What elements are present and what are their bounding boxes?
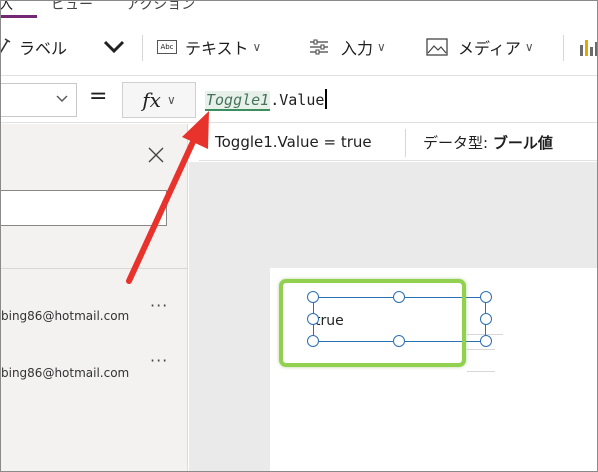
panel-divider — [1, 268, 188, 269]
media-button-label: メディア — [458, 39, 521, 58]
chevron-down-icon: ∨ — [252, 40, 262, 54]
text-button-label: テキスト — [185, 39, 249, 58]
list-item-email: bing86@hotmail.com — [1, 309, 130, 323]
input-button[interactable]: 入力 ∨ — [309, 31, 386, 63]
media-button[interactable]: メディア ∨ — [426, 31, 534, 63]
list-item[interactable]: bing86@hotmail.com ··· — [1, 351, 188, 401]
active-tab-underline — [1, 15, 37, 18]
chevron-down-icon — [55, 90, 69, 112]
label-pencil-icon — [1, 37, 11, 57]
ribbon-divider — [563, 35, 564, 61]
result-divider — [405, 129, 406, 157]
canvas-area: true — [189, 162, 597, 471]
list-item[interactable]: bing86@hotmail.com ··· — [1, 296, 188, 346]
fx-button[interactable]: fx ∨ — [122, 82, 196, 118]
formula-result-strip: Toggle1.Value = true データ型: ブール値 — [199, 123, 597, 161]
formula-token-control: Toggle1 — [205, 91, 271, 111]
formula-text: Toggle1.Value — [205, 89, 328, 111]
text-input-icon: Abc — [157, 40, 177, 54]
list-item-email: bing86@hotmail.com — [1, 366, 130, 380]
chart-button[interactable] — [579, 31, 597, 63]
tab-action[interactable]: アクション — [126, 1, 195, 14]
text-button[interactable]: Abc テキスト ∨ — [157, 31, 261, 63]
ghost-line — [467, 371, 495, 372]
resize-handle-bottom-right[interactable] — [480, 335, 492, 347]
tab-insert[interactable]: 挿入 — [1, 1, 13, 14]
formula-bar: = fx ∨ Toggle1.Value — [1, 75, 597, 123]
top-menu: 挿入 ビュー アクション — [1, 1, 597, 19]
chevron-down-icon: ∨ — [524, 40, 534, 54]
input-button-label: 入力 — [341, 39, 374, 58]
result-expression: Toggle1.Value = true — [215, 133, 372, 151]
left-panel: bing86@hotmail.com ··· bing86@hotmail.co… — [1, 124, 188, 471]
label-button-label: ラベル — [19, 39, 68, 58]
property-dropdown[interactable] — [1, 83, 77, 117]
resize-handle-top-right[interactable] — [480, 291, 492, 303]
ribbon-divider — [142, 35, 143, 61]
ribbon-collapse-chevron[interactable] — [103, 31, 125, 63]
app-window: 挿入 ビュー アクション ラベル Abc テキスト ∨ 入力 ∨ — [0, 0, 598, 472]
search-input[interactable] — [1, 190, 167, 226]
more-options-icon[interactable]: ··· — [150, 296, 168, 315]
highlight-box — [279, 279, 466, 367]
text-caret — [325, 89, 328, 109]
bar-chart-icon — [579, 37, 597, 57]
ghost-line — [467, 349, 495, 350]
chevron-down-icon — [103, 40, 125, 54]
image-icon — [426, 38, 448, 56]
formula-input[interactable]: Toggle1.Value — [199, 82, 597, 118]
app-screen[interactable]: true — [270, 268, 597, 471]
result-data-type: データ型: ブール値 — [423, 132, 553, 153]
label-button[interactable]: ラベル — [1, 31, 68, 63]
tab-view[interactable]: ビュー — [51, 1, 93, 14]
resize-handle-right[interactable] — [480, 313, 492, 325]
data-type-value: ブール値 — [492, 134, 553, 152]
function-icon: fx — [142, 88, 161, 112]
formula-token-property: .Value — [270, 91, 325, 109]
data-type-label: データ型: — [423, 134, 489, 152]
close-icon[interactable] — [147, 146, 165, 168]
equals-sign: = — [89, 84, 108, 109]
more-options-icon[interactable]: ··· — [150, 351, 168, 370]
chevron-down-icon: ∨ — [166, 93, 176, 107]
sliders-icon — [309, 38, 329, 56]
chevron-down-icon: ∨ — [377, 40, 386, 54]
ribbon-toolbar: ラベル Abc テキスト ∨ 入力 ∨ メディア ∨ — [1, 19, 597, 75]
